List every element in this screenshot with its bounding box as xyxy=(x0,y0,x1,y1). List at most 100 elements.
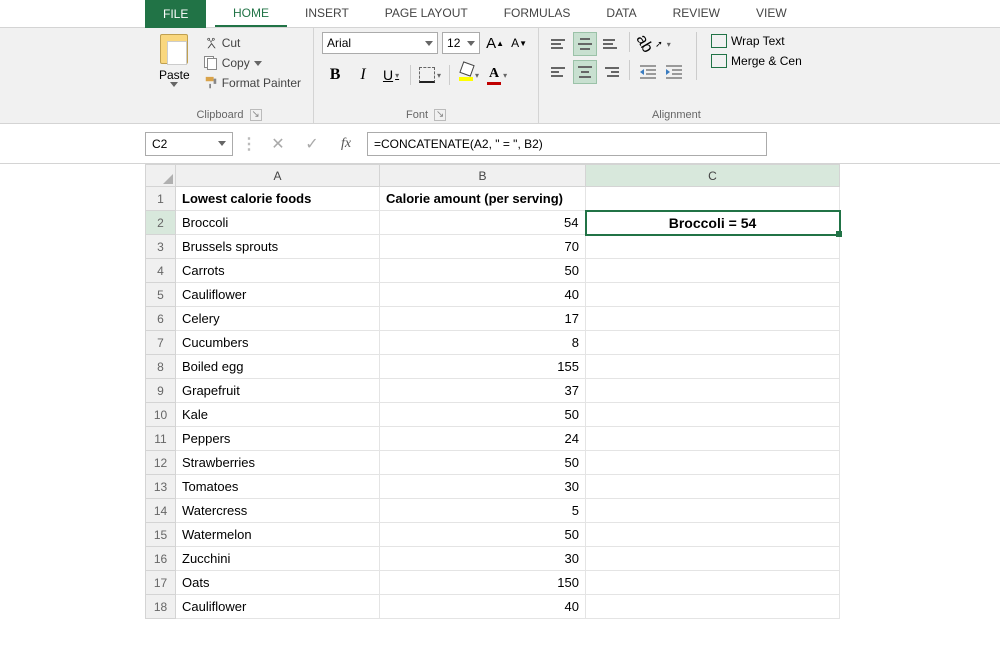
row-header[interactable]: 3 xyxy=(146,235,176,259)
cell[interactable]: Grapefruit xyxy=(176,379,380,403)
dialog-launcher-icon[interactable]: ↘ xyxy=(250,109,262,121)
row-header[interactable]: 9 xyxy=(146,379,176,403)
cell[interactable]: 40 xyxy=(380,283,586,307)
cell[interactable] xyxy=(586,547,840,571)
row-header[interactable]: 11 xyxy=(146,427,176,451)
cell[interactable]: 50 xyxy=(380,403,586,427)
cell[interactable]: Cauliflower xyxy=(176,595,380,619)
row-header[interactable]: 1 xyxy=(146,187,176,211)
row-header[interactable]: 12 xyxy=(146,451,176,475)
cell[interactable]: 50 xyxy=(380,523,586,547)
cell[interactable]: Strawberries xyxy=(176,451,380,475)
cell[interactable] xyxy=(586,331,840,355)
merge-center-button[interactable]: Merge & Cen xyxy=(707,52,806,70)
font-size-select[interactable]: 12 xyxy=(442,32,480,54)
cell[interactable]: Calorie amount (per serving) xyxy=(380,187,586,211)
decrease-indent-button[interactable] xyxy=(636,60,660,84)
cell[interactable] xyxy=(586,259,840,283)
align-left-button[interactable] xyxy=(547,60,571,84)
column-header-c[interactable]: C xyxy=(586,165,840,187)
cell[interactable] xyxy=(586,427,840,451)
row-header[interactable]: 2 xyxy=(146,211,176,235)
cell[interactable]: 54 xyxy=(380,211,586,235)
row-header[interactable]: 8 xyxy=(146,355,176,379)
formula-input[interactable]: =CONCATENATE(A2, " = ", B2) xyxy=(367,132,767,156)
fx-button[interactable]: fx xyxy=(333,132,359,156)
spreadsheet-grid[interactable]: A B C 1 Lowest calorie foods Calorie amo… xyxy=(0,164,1000,619)
cell[interactable] xyxy=(586,235,840,259)
cell[interactable] xyxy=(586,595,840,619)
align-middle-button[interactable] xyxy=(573,32,597,56)
cell[interactable]: Peppers xyxy=(176,427,380,451)
row-header[interactable]: 17 xyxy=(146,571,176,595)
orientation-button[interactable]: ab➚▾ xyxy=(636,32,670,56)
fill-color-button[interactable]: ▾ xyxy=(456,62,482,88)
row-header[interactable]: 5 xyxy=(146,283,176,307)
tab-data[interactable]: DATA xyxy=(588,0,654,27)
column-header-a[interactable]: A xyxy=(176,165,380,187)
cell[interactable]: Watercress xyxy=(176,499,380,523)
bold-button[interactable]: B xyxy=(322,62,348,88)
italic-button[interactable]: I xyxy=(350,62,376,88)
align-right-button[interactable] xyxy=(599,60,623,84)
cell[interactable]: 24 xyxy=(380,427,586,451)
align-top-button[interactable] xyxy=(547,32,571,56)
align-center-button[interactable] xyxy=(573,60,597,84)
cell[interactable]: 40 xyxy=(380,595,586,619)
tab-home[interactable]: HOME xyxy=(215,0,287,27)
increase-indent-button[interactable] xyxy=(662,60,686,84)
row-header[interactable]: 15 xyxy=(146,523,176,547)
cell[interactable]: Celery xyxy=(176,307,380,331)
row-header[interactable]: 6 xyxy=(146,307,176,331)
grow-font-button[interactable]: A▲ xyxy=(484,32,506,54)
font-color-button[interactable]: A▾ xyxy=(484,62,510,88)
cell[interactable]: Cucumbers xyxy=(176,331,380,355)
cancel-formula-button[interactable]: ✕ xyxy=(265,132,291,156)
cell[interactable] xyxy=(586,451,840,475)
row-header[interactable]: 7 xyxy=(146,331,176,355)
tab-insert[interactable]: INSERT xyxy=(287,0,367,27)
accept-formula-button[interactable]: ✓ xyxy=(299,132,325,156)
row-header[interactable]: 18 xyxy=(146,595,176,619)
cell[interactable] xyxy=(586,571,840,595)
cell[interactable]: Watermelon xyxy=(176,523,380,547)
row-header[interactable]: 14 xyxy=(146,499,176,523)
select-all-corner[interactable] xyxy=(146,165,176,187)
tab-formulas[interactable]: FORMULAS xyxy=(486,0,589,27)
copy-button[interactable]: Copy xyxy=(200,54,305,72)
cell[interactable] xyxy=(586,187,840,211)
wrap-text-button[interactable]: Wrap Text xyxy=(707,32,806,50)
cell[interactable] xyxy=(586,307,840,331)
cell[interactable] xyxy=(586,475,840,499)
cell[interactable]: 50 xyxy=(380,259,586,283)
row-header[interactable]: 10 xyxy=(146,403,176,427)
cell[interactable] xyxy=(586,355,840,379)
row-header[interactable]: 16 xyxy=(146,547,176,571)
tab-page-layout[interactable]: PAGE LAYOUT xyxy=(367,0,486,27)
format-painter-button[interactable]: Format Painter xyxy=(200,74,305,92)
cell[interactable]: Zucchini xyxy=(176,547,380,571)
cell[interactable]: Brussels sprouts xyxy=(176,235,380,259)
tab-view[interactable]: VIEW xyxy=(738,0,805,27)
cell[interactable]: 17 xyxy=(380,307,586,331)
border-button[interactable]: ▾ xyxy=(417,62,443,88)
tab-review[interactable]: REVIEW xyxy=(655,0,738,27)
row-header[interactable]: 4 xyxy=(146,259,176,283)
active-cell[interactable]: Broccoli = 54 xyxy=(586,211,840,235)
cell[interactable]: 70 xyxy=(380,235,586,259)
cell[interactable]: Cauliflower xyxy=(176,283,380,307)
paste-button[interactable]: Paste xyxy=(153,32,196,89)
cell[interactable]: 150 xyxy=(380,571,586,595)
cell[interactable]: Tomatoes xyxy=(176,475,380,499)
cell[interactable]: Broccoli xyxy=(176,211,380,235)
cut-button[interactable]: Cut xyxy=(200,34,305,52)
cell[interactable]: Boiled egg xyxy=(176,355,380,379)
cell[interactable]: Lowest calorie foods xyxy=(176,187,380,211)
cell[interactable] xyxy=(586,379,840,403)
name-box[interactable]: C2 xyxy=(145,132,233,156)
dialog-launcher-icon[interactable]: ↘ xyxy=(434,109,446,121)
tab-file[interactable]: FILE xyxy=(145,0,206,28)
cell[interactable]: 155 xyxy=(380,355,586,379)
row-header[interactable]: 13 xyxy=(146,475,176,499)
shrink-font-button[interactable]: A▼ xyxy=(508,32,530,54)
